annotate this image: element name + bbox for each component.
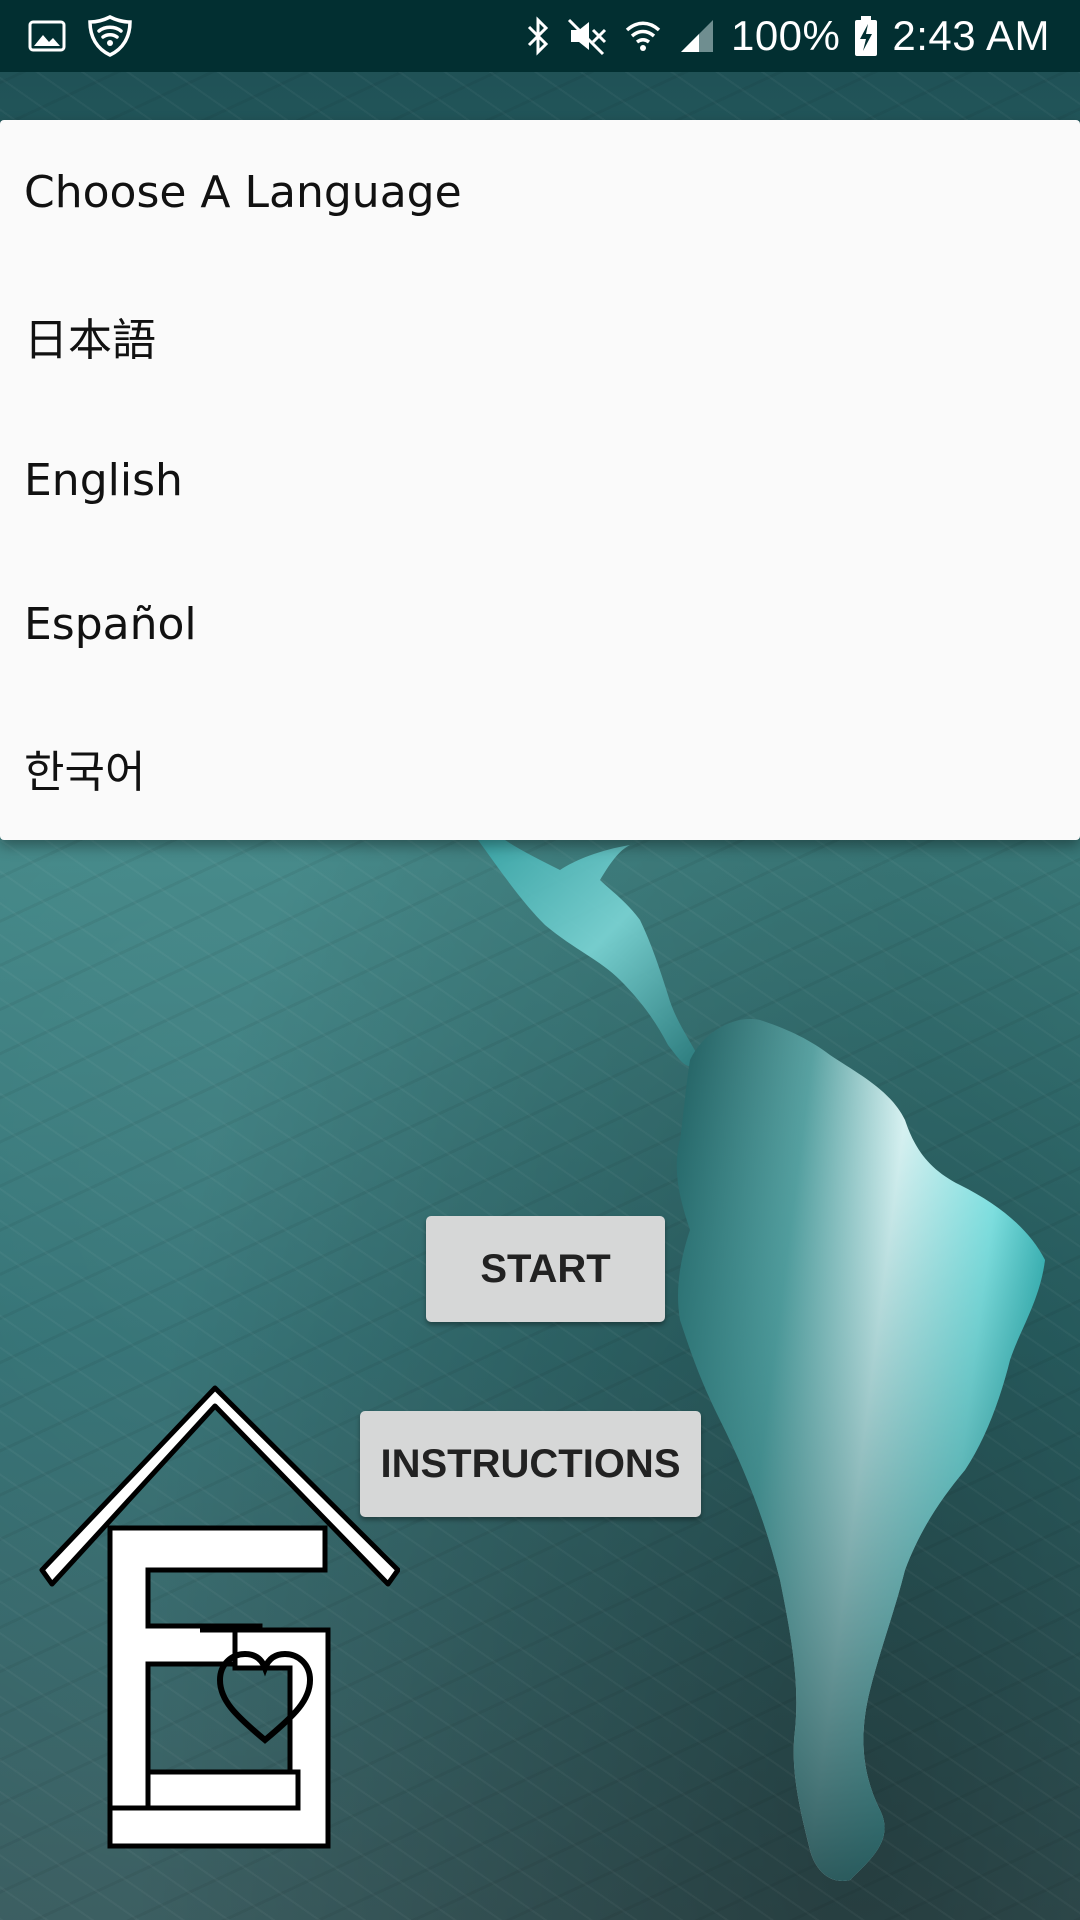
bluetooth-icon	[527, 16, 549, 56]
status-bar-left	[28, 15, 132, 57]
wifi-icon	[625, 21, 661, 51]
start-button[interactable]: START	[426, 1216, 665, 1322]
status-bar-right: 100% 2:43 AM	[525, 12, 1050, 60]
status-bar: 100% 2:43 AM	[0, 0, 1080, 72]
clock-time: 2:43 AM	[892, 12, 1050, 59]
menu-item-korean[interactable]: 한국어	[0, 696, 1080, 840]
menu-item-spanish[interactable]: Español	[0, 552, 1080, 696]
battery-charging-icon	[855, 16, 878, 56]
image-icon	[28, 20, 66, 52]
app-screen: 100% 2:43 AM START INSTRUCTIONS Choose A…	[0, 0, 1080, 1920]
menu-item-english[interactable]: English	[0, 408, 1080, 552]
language-dropdown-menu: Choose A Language 日本語 English Español 한국…	[0, 120, 1080, 840]
menu-item-choose-language[interactable]: Choose A Language	[0, 120, 1080, 264]
mute-icon	[567, 18, 607, 56]
battery-percentage: 100%	[730, 12, 841, 59]
shield-wifi-icon	[88, 15, 132, 57]
signal-icon	[680, 20, 713, 52]
house-heart-logo	[39, 1385, 400, 1849]
instructions-button[interactable]: INSTRUCTIONS	[360, 1411, 701, 1517]
menu-item-japanese[interactable]: 日本語	[0, 264, 1080, 408]
